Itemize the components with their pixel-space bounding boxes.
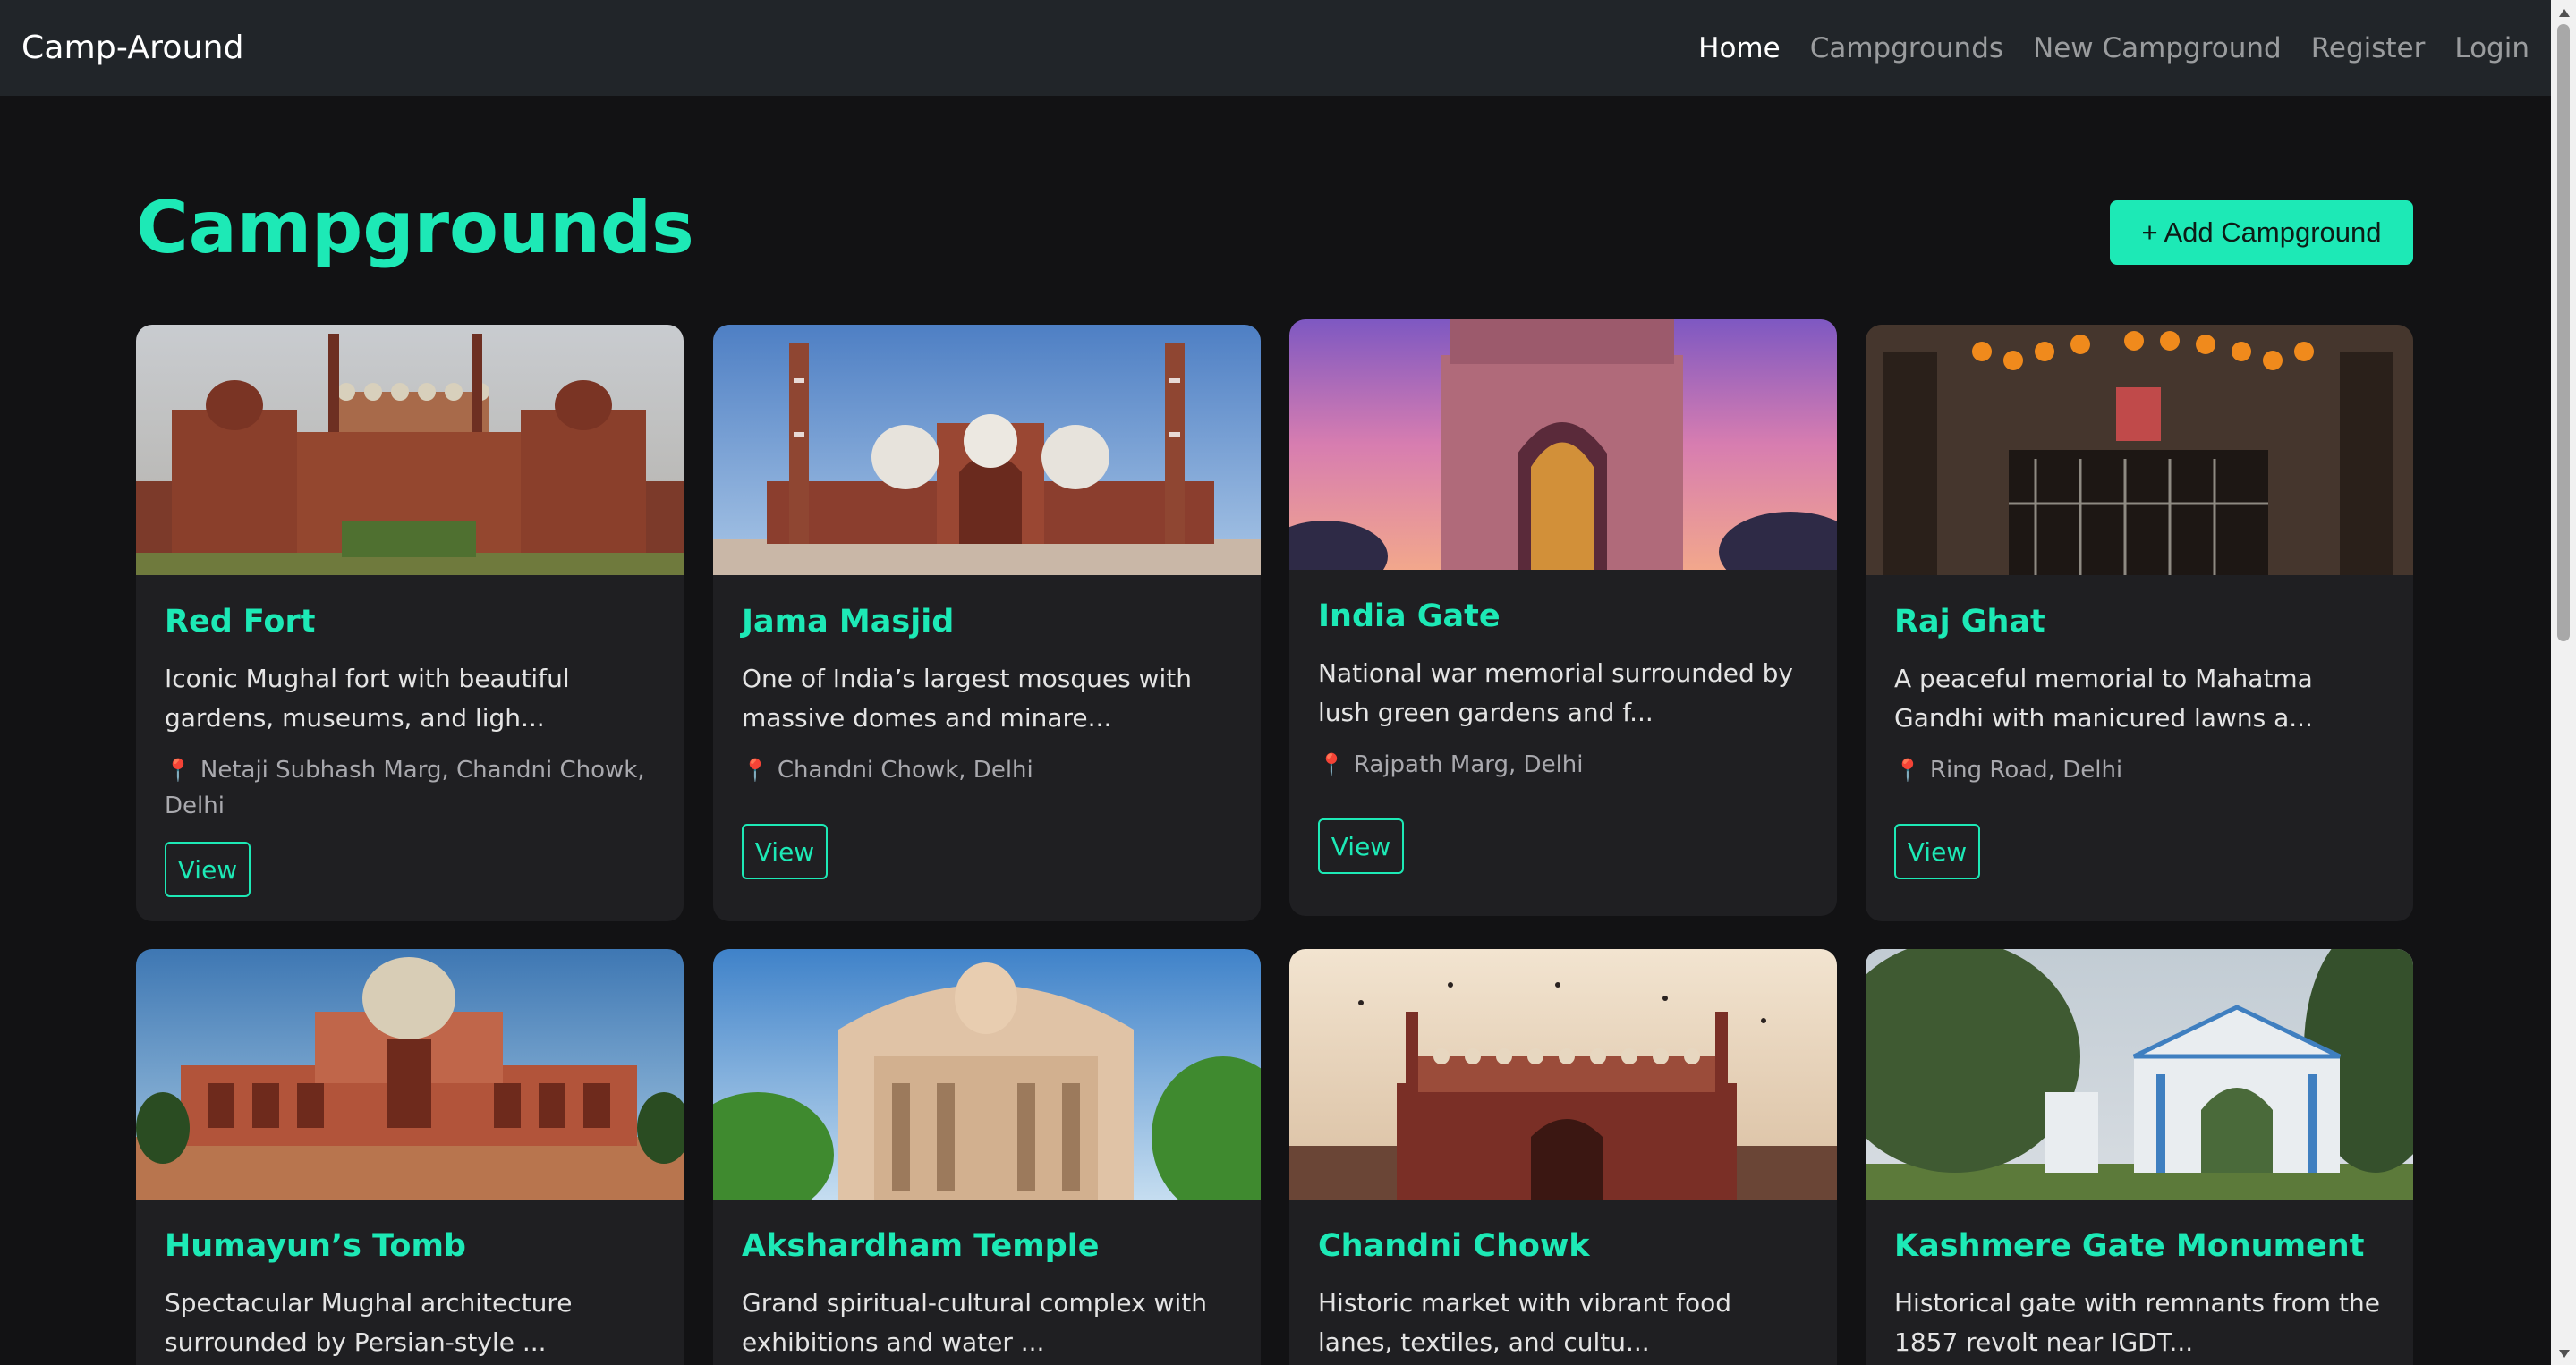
nav-link-campgrounds[interactable]: Campgrounds <box>1810 32 2003 64</box>
campground-card: India Gate National war memorial surroun… <box>1289 319 1837 916</box>
card-location-text: Rajpath Marg, Delhi <box>1353 751 1584 778</box>
card-title[interactable]: Humayun’s Tomb <box>165 1228 655 1264</box>
nav-link-new-campground[interactable]: New Campground <box>2033 32 2282 64</box>
view-button[interactable]: View <box>1318 818 1404 874</box>
campground-card: Akshardham Temple Grand spiritual-cultur… <box>713 949 1261 1365</box>
campground-card: Humayun’s Tomb Spectacular Mughal archit… <box>136 949 684 1365</box>
campground-image-chandni-chowk <box>1289 949 1837 1200</box>
card-description: Grand spiritual-cultural complex with ex… <box>742 1288 1207 1357</box>
card-location: 📍 Ring Road, Delhi <box>1894 752 2385 788</box>
card-location-text: Netaji Subhash Marg, Chandni Chowk, Delh… <box>165 757 645 819</box>
nav-link-register[interactable]: Register <box>2311 32 2426 64</box>
campground-card: Red Fort Iconic Mughal fort with beautif… <box>136 325 684 921</box>
scroll-up-arrow-icon[interactable] <box>2559 9 2570 17</box>
campground-image-humayuns-tomb <box>136 949 684 1200</box>
card-title[interactable]: Kashmere Gate Monument <box>1894 1228 2385 1264</box>
map-pin-icon: 📍 <box>1894 758 1921 783</box>
campground-image-akshardham-temple <box>713 949 1261 1200</box>
card-description: Historic market with vibrant food lanes,… <box>1318 1288 1731 1357</box>
nav-link-home[interactable]: Home <box>1698 32 1781 64</box>
map-pin-icon: 📍 <box>1318 752 1345 777</box>
campground-card: Jama Masjid One of India’s largest mosqu… <box>713 325 1261 921</box>
card-title[interactable]: Red Fort <box>165 604 655 640</box>
campground-image-red-fort <box>136 325 684 575</box>
view-button[interactable]: View <box>1894 824 1980 879</box>
campground-image-kashmere-gate <box>1866 949 2413 1200</box>
map-pin-icon: 📍 <box>165 758 191 783</box>
brand-logo[interactable]: Camp-Around <box>21 30 244 66</box>
card-location-text: Chandni Chowk, Delhi <box>777 757 1033 784</box>
card-location: 📍 Chandni Chowk, Delhi <box>742 752 1232 788</box>
scrollbar-thumb[interactable] <box>2557 24 2570 641</box>
campground-image-raj-ghat <box>1866 325 2413 575</box>
campground-image-india-gate <box>1289 319 1837 570</box>
card-description: Iconic Mughal fort with beautiful garden… <box>165 664 570 733</box>
map-pin-icon: 📍 <box>742 758 769 783</box>
add-campground-button[interactable]: + Add Campground <box>2110 200 2413 265</box>
nav-links: Home Campgrounds New Campground Register… <box>1669 32 2529 64</box>
card-location: 📍 Netaji Subhash Marg, Chandni Chowk, Del… <box>165 752 655 824</box>
navbar: Camp-Around Home Campgrounds New Campgro… <box>0 0 2551 96</box>
scroll-down-arrow-icon[interactable] <box>2559 1350 2570 1358</box>
page-scrollbar[interactable] <box>2551 0 2576 1365</box>
view-button[interactable]: View <box>165 842 251 897</box>
card-title[interactable]: Jama Masjid <box>742 604 1232 640</box>
card-title[interactable]: Chandni Chowk <box>1318 1228 1808 1264</box>
card-description: National war memorial surrounded by lush… <box>1318 658 1793 727</box>
card-title[interactable]: India Gate <box>1318 598 1808 634</box>
campground-card: Chandni Chowk Historic market with vibra… <box>1289 949 1837 1365</box>
view-button[interactable]: View <box>742 824 828 879</box>
campground-image-jama-masjid <box>713 325 1261 575</box>
card-description: Historical gate with remnants from the 1… <box>1894 1288 2380 1357</box>
card-description: Spectacular Mughal architecture surround… <box>165 1288 573 1357</box>
card-location: 📍 Rajpath Marg, Delhi <box>1318 747 1808 783</box>
card-title[interactable]: Akshardham Temple <box>742 1228 1232 1264</box>
campground-card: Raj Ghat A peaceful memorial to Mahatma … <box>1866 325 2413 921</box>
card-title[interactable]: Raj Ghat <box>1894 604 2385 640</box>
campground-card: Kashmere Gate Monument Historical gate w… <box>1866 949 2413 1365</box>
card-description: A peaceful memorial to Mahatma Gandhi wi… <box>1894 664 2313 733</box>
page-title: Campgrounds <box>136 186 694 269</box>
card-location-text: Ring Road, Delhi <box>1929 757 2123 784</box>
nav-link-login[interactable]: Login <box>2454 32 2529 64</box>
card-description: One of India’s largest mosques with mass… <box>742 664 1192 733</box>
